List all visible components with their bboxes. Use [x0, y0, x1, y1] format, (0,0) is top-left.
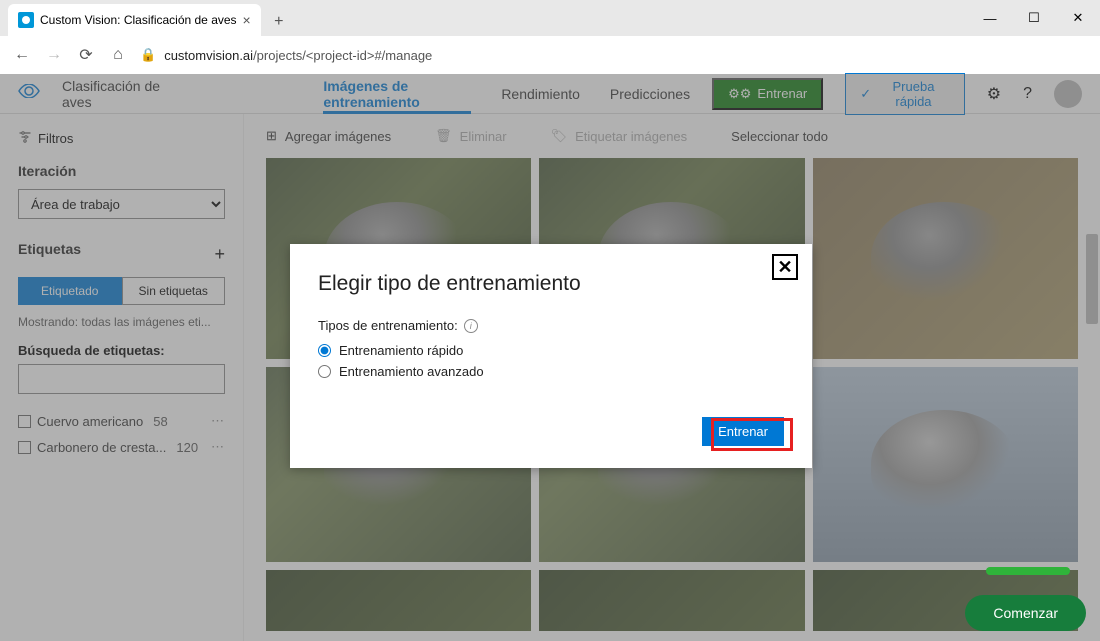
address-bar: ← → ⟳ ⌂ 🔒 customvision.ai/projects/<proj…: [0, 36, 1100, 74]
close-window-icon[interactable]: ✕: [1056, 0, 1100, 36]
close-icon[interactable]: ✕: [772, 254, 798, 280]
tab-title: Custom Vision: Clasificación de aves: [40, 13, 237, 27]
modal-train-button[interactable]: Entrenar: [702, 417, 784, 446]
modal-title: Elegir tipo de entrenamiento: [318, 272, 784, 296]
minimize-icon[interactable]: —: [968, 0, 1012, 36]
progress-bar: [986, 567, 1070, 575]
radio-input[interactable]: [318, 344, 331, 357]
reload-button[interactable]: ⟳: [76, 45, 96, 65]
url-host: customvision.ai: [164, 48, 253, 63]
forward-button[interactable]: →: [44, 45, 64, 65]
radio-quick-label: Entrenamiento rápido: [339, 343, 463, 358]
modal-subtitle: Tipos de entrenamiento: i: [318, 318, 784, 333]
tab-close-icon[interactable]: ×: [243, 12, 251, 28]
browser-tab[interactable]: Custom Vision: Clasificación de aves ×: [8, 4, 261, 36]
info-icon[interactable]: i: [464, 319, 478, 333]
url-path: /projects/<project-id>#/manage: [253, 48, 432, 63]
radio-advanced-label: Entrenamiento avanzado: [339, 364, 484, 379]
back-button[interactable]: ←: [12, 45, 32, 65]
new-tab-button[interactable]: +: [265, 8, 293, 36]
radio-advanced-training[interactable]: Entrenamiento avanzado: [318, 364, 784, 379]
tab-bar: Custom Vision: Clasificación de aves × +…: [0, 0, 1100, 36]
training-type-modal: ✕ Elegir tipo de entrenamiento Tipos de …: [290, 244, 812, 468]
comenzar-button[interactable]: Comenzar: [965, 595, 1086, 631]
favicon-icon: [18, 12, 34, 28]
radio-input[interactable]: [318, 365, 331, 378]
lock-icon: 🔒: [140, 47, 156, 63]
maximize-icon[interactable]: ☐: [1012, 0, 1056, 36]
browser-chrome: Custom Vision: Clasificación de aves × +…: [0, 0, 1100, 74]
window-controls: — ☐ ✕: [968, 0, 1100, 36]
home-button[interactable]: ⌂: [108, 45, 128, 65]
radio-quick-training[interactable]: Entrenamiento rápido: [318, 343, 784, 358]
url-bar[interactable]: 🔒 customvision.ai/projects/<project-id>#…: [140, 47, 1088, 63]
